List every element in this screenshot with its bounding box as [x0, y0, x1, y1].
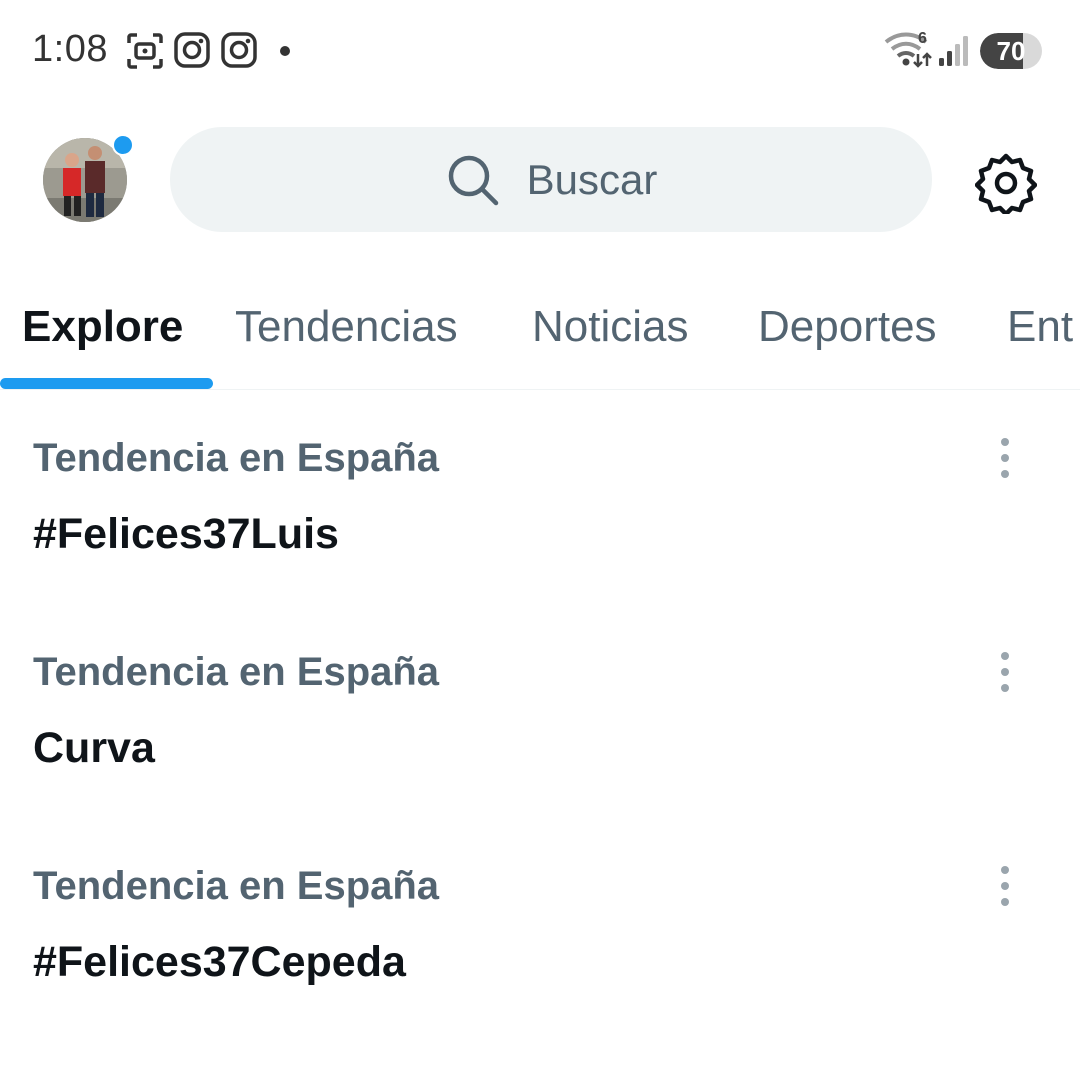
wifi-badge: 6: [918, 30, 927, 47]
tab-tendencias[interactable]: Tendencias: [235, 302, 458, 352]
trend-item[interactable]: Tendencia en España #Felices37Cepeda: [0, 864, 1080, 1065]
trend-item[interactable]: Tendencia en España Curva: [0, 650, 1080, 864]
instagram-icon: [221, 32, 257, 68]
instagram-icon: [174, 32, 210, 68]
more-options-icon[interactable]: [985, 864, 1025, 908]
trend-title: Curva: [33, 724, 155, 772]
search-input[interactable]: Buscar: [170, 127, 932, 232]
battery-icon: 70: [980, 33, 1042, 69]
notification-dot-icon: [280, 46, 290, 56]
search-placeholder: Buscar: [526, 155, 658, 203]
tab-noticias[interactable]: Noticias: [532, 302, 689, 352]
battery-level: 70: [996, 36, 1026, 66]
avatar-notification-dot: [112, 134, 134, 156]
tab-entretenimiento[interactable]: Ent: [1007, 302, 1073, 352]
trend-context: Tendencia en España: [33, 650, 440, 694]
status-bar: 1:08 6 70: [0, 0, 1080, 100]
trend-title: #Felices37Cepeda: [33, 938, 406, 986]
explore-tabs: Explore Tendencias Noticias Deportes Ent: [0, 290, 1080, 390]
trend-context: Tendencia en España: [33, 864, 440, 908]
more-options-icon[interactable]: [985, 436, 1025, 480]
trend-context: Tendencia en España: [33, 436, 440, 480]
cellular-signal-icon: [939, 36, 968, 66]
search-icon: [448, 155, 498, 205]
screenshot-icon: [127, 33, 163, 69]
tab-explore[interactable]: Explore: [22, 302, 183, 352]
status-time: 1:08: [32, 28, 108, 70]
tab-deportes[interactable]: Deportes: [758, 302, 937, 352]
trend-item[interactable]: Tendencia en España #Felices37Luis: [0, 436, 1080, 650]
active-tab-indicator: [0, 378, 213, 389]
settings-gear-icon[interactable]: [975, 152, 1037, 214]
more-options-icon[interactable]: [985, 650, 1025, 694]
trend-title: #Felices37Luis: [33, 510, 339, 558]
